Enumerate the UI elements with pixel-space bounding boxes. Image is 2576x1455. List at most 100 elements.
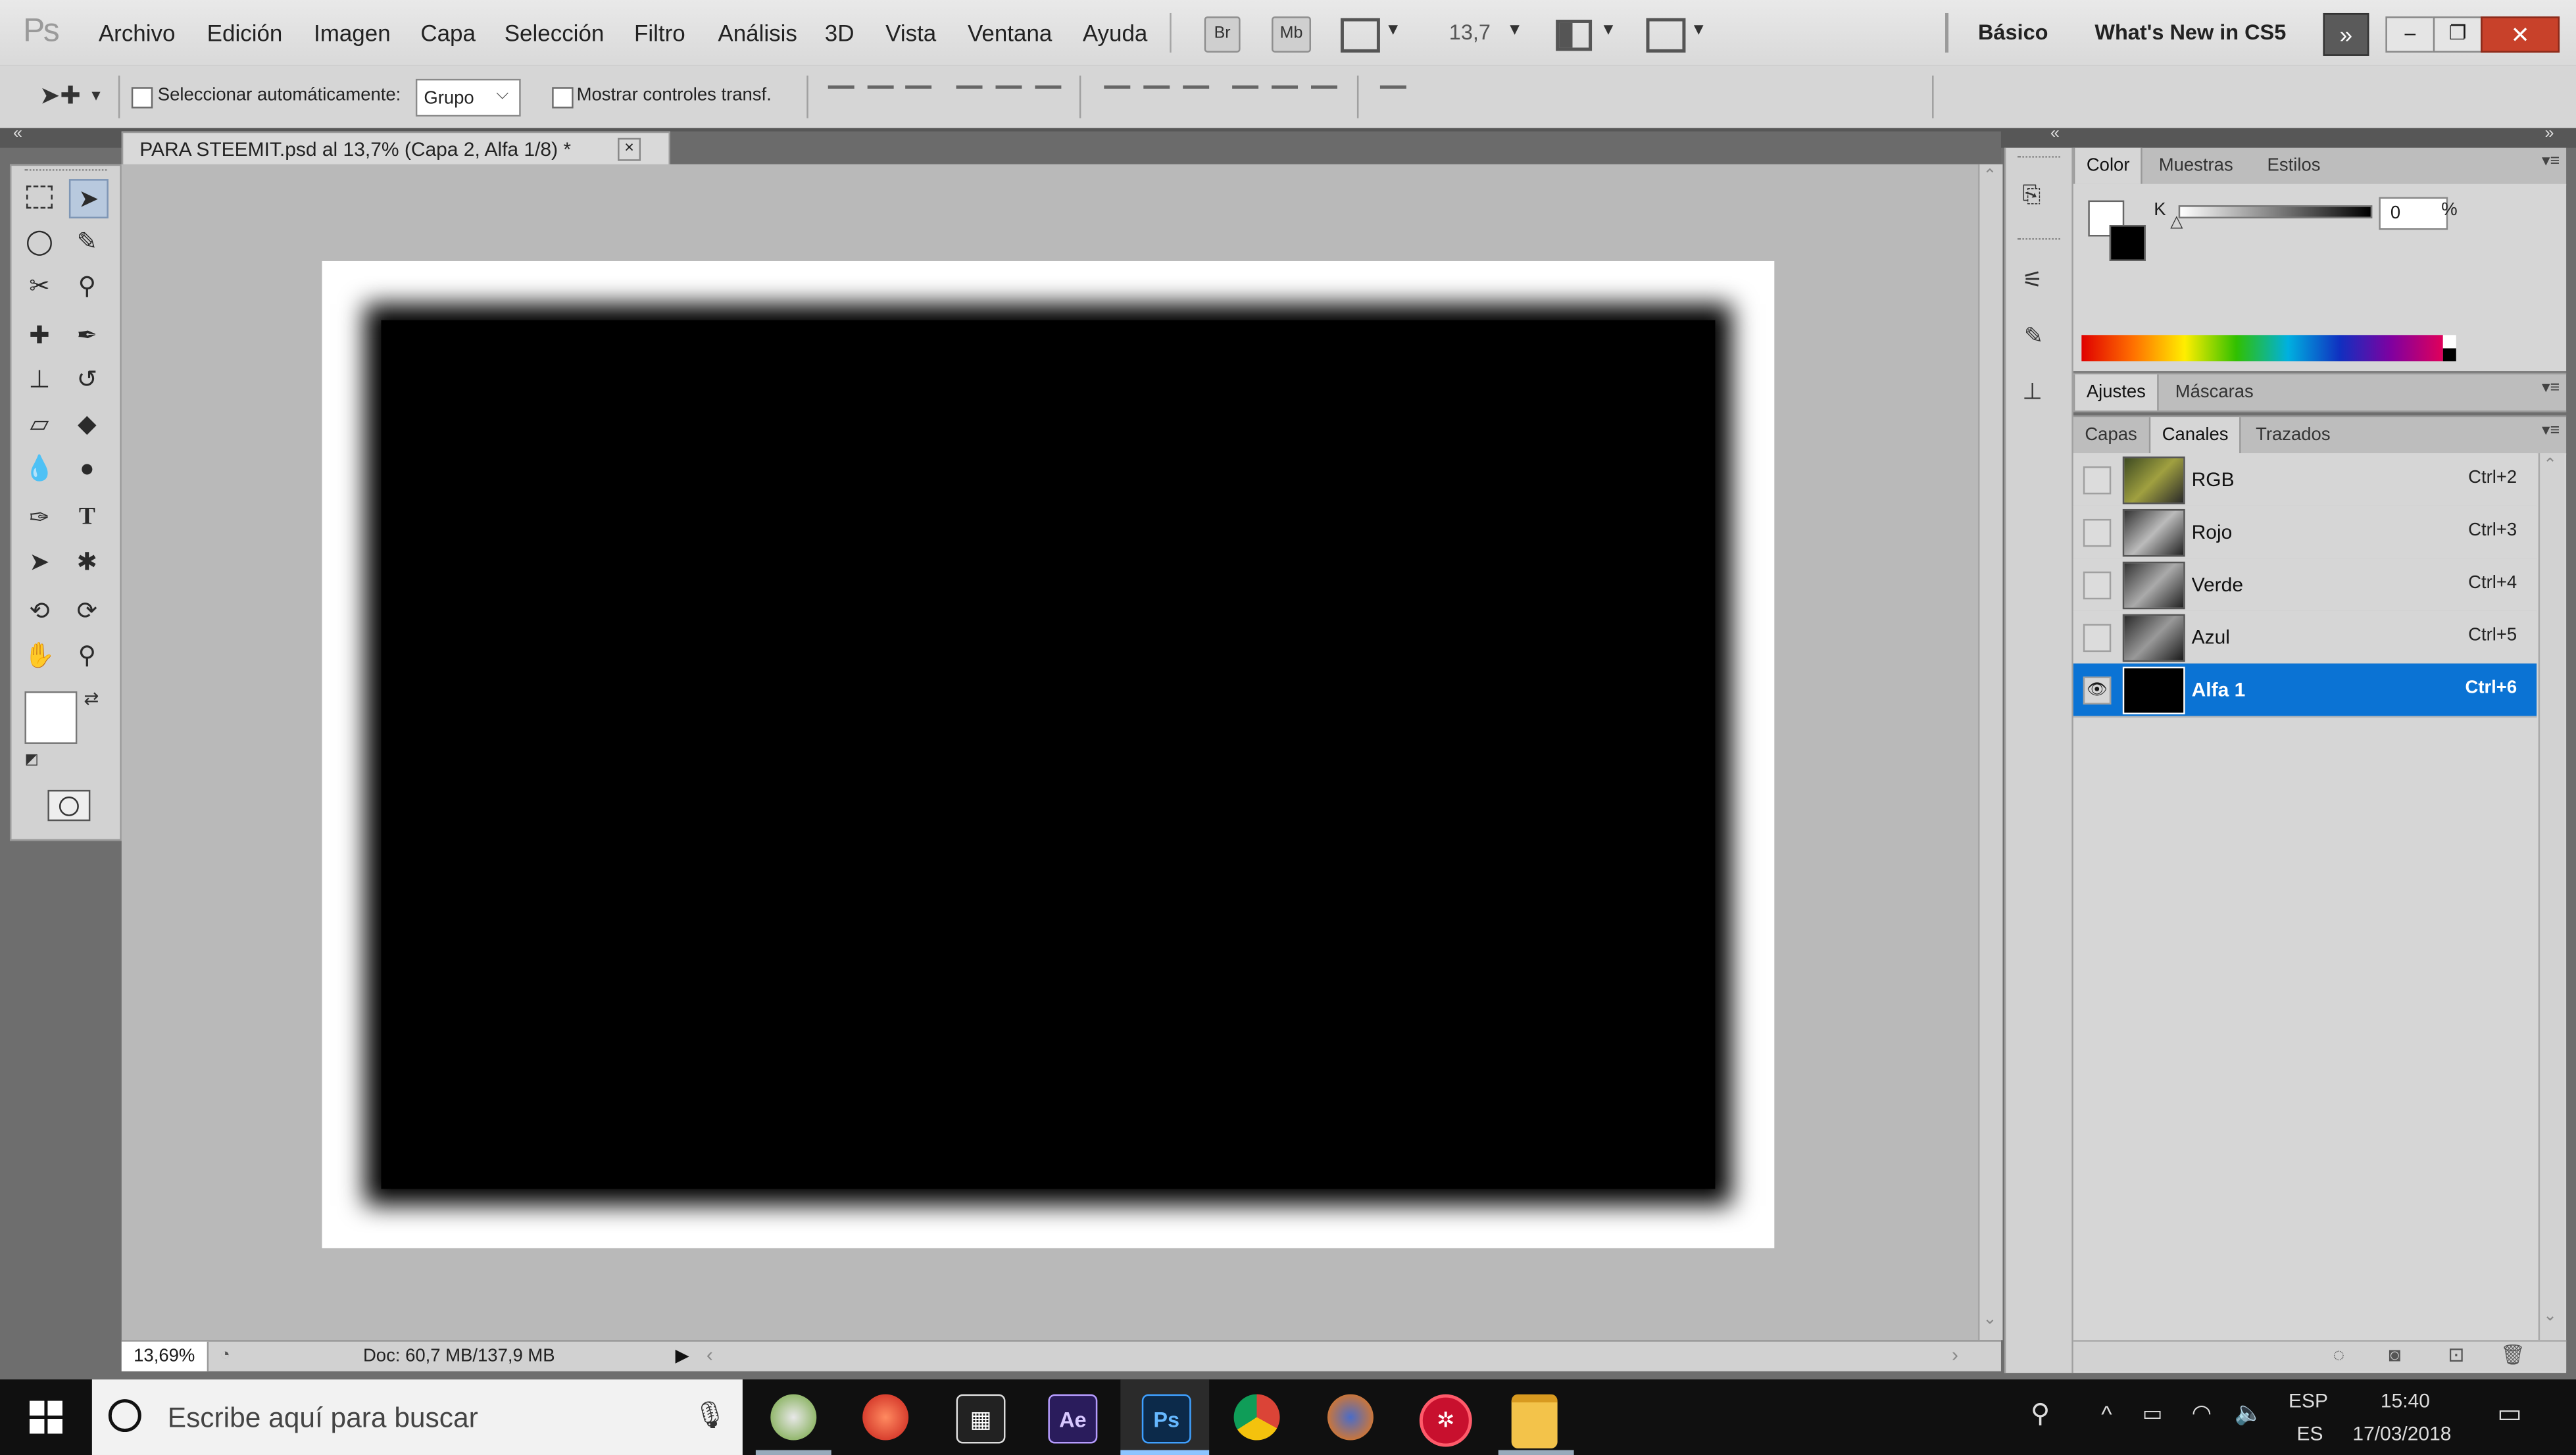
tab-capas[interactable]: Capas — [2073, 417, 2148, 453]
vertical-scrollbar[interactable]: ⌃ ⌄ — [1977, 164, 2003, 1341]
menu-edicion[interactable]: Edición — [207, 20, 283, 46]
move-tool-icon[interactable]: ➤✚ — [39, 80, 81, 110]
arrange-documents-icon[interactable] — [1556, 19, 1593, 51]
clock-time[interactable]: 15:40 — [2381, 1389, 2430, 1412]
file-explorer-icon[interactable] — [1511, 1394, 1558, 1449]
status-menu-arrow-icon[interactable]: ▶ — [675, 1345, 689, 1366]
after-effects-icon[interactable]: Ae — [1048, 1394, 1098, 1444]
zoom-tool-icon[interactable]: ⚲ — [69, 637, 105, 674]
bridge-button[interactable]: Br — [1204, 16, 1241, 53]
history-panel-icon[interactable]: ⎘ — [2022, 181, 2052, 214]
chevron-up-icon[interactable]: ^ — [2101, 1401, 2112, 1427]
quick-mask-icon[interactable] — [47, 789, 91, 822]
slider-handle-icon[interactable]: △ — [2170, 214, 2183, 232]
panel-menu-icon[interactable]: ▾≡ — [2542, 380, 2560, 397]
clock-date[interactable]: 17/03/2018 — [2352, 1422, 2451, 1445]
screen-mode-icon[interactable] — [1646, 18, 1686, 53]
clone-stamp-tool-icon[interactable]: ⊥ — [21, 361, 57, 397]
chrome-icon[interactable] — [1233, 1394, 1280, 1441]
3d-orbit-tool-icon[interactable]: ⟳ — [69, 593, 105, 629]
close-icon[interactable]: ✕ — [2481, 16, 2560, 53]
distribute-bottom-icon[interactable] — [1183, 85, 1210, 109]
language-top[interactable]: ESP — [2289, 1389, 2328, 1412]
chevron-down-icon[interactable]: ▼ — [1506, 21, 1523, 39]
visibility-toggle[interactable] — [2083, 518, 2112, 547]
panel-menu-icon[interactable]: ▾≡ — [2542, 153, 2560, 170]
align-top-icon[interactable] — [828, 85, 855, 109]
scroll-up-icon[interactable]: ⌃ — [2543, 456, 2557, 474]
marquee-tool-icon[interactable] — [21, 179, 57, 215]
collapse-left-icon[interactable]: « — [13, 125, 22, 143]
workspace-basico[interactable]: Básico — [1978, 20, 2048, 44]
microphone-icon[interactable]: 🎙 — [693, 1399, 727, 1432]
align-bottom-icon[interactable] — [905, 85, 932, 109]
type-tool-icon[interactable]: T — [69, 499, 105, 535]
brush-presets-icon[interactable]: ⚟ — [2022, 266, 2043, 293]
save-selection-icon[interactable]: ◙ — [2389, 1343, 2400, 1366]
chevron-down-icon[interactable]: ▼ — [1600, 21, 1617, 39]
clone-source-icon[interactable]: ⊥ — [2022, 378, 2042, 405]
battery-icon[interactable]: ▭ — [2143, 1401, 2163, 1427]
tab-color[interactable]: Color — [2073, 147, 2143, 184]
pen-tool-icon[interactable]: ✑ — [21, 499, 57, 535]
auto-align-layers-icon[interactable] — [1379, 85, 1406, 109]
align-left-icon[interactable] — [956, 85, 983, 109]
tab-estilos[interactable]: Estilos — [2256, 148, 2332, 184]
film-icon[interactable] — [1340, 18, 1380, 53]
align-hcenter-icon[interactable] — [995, 85, 1022, 109]
menu-ventana[interactable]: Ventana — [968, 20, 1052, 46]
default-colors-icon[interactable]: ◩ — [24, 751, 38, 768]
calculator-icon[interactable]: ▦ — [956, 1394, 1006, 1444]
firefox-icon[interactable] — [1327, 1394, 1374, 1441]
channel-row-alfa-1[interactable]: 👁 Alfa 1 Ctrl+6 — [2073, 663, 2537, 718]
healing-brush-tool-icon[interactable]: ✚ — [21, 317, 57, 353]
menu-3d[interactable]: 3D — [825, 20, 855, 46]
distribute-top-icon[interactable] — [1104, 85, 1131, 109]
path-selection-tool-icon[interactable]: ➤ — [21, 543, 57, 580]
menu-seleccion[interactable]: Selección — [505, 20, 605, 46]
swap-colors-icon[interactable]: ⇄ — [84, 688, 99, 710]
expand-panels-icon[interactable]: » — [2545, 125, 2554, 143]
channel-row-rgb[interactable]: RGB Ctrl+2 — [2073, 453, 2537, 508]
3d-rotate-tool-icon[interactable]: ⟲ — [21, 593, 57, 629]
document-tab[interactable]: PARA STEEMIT.psd al 13,7% (Capa 2, Alfa … — [121, 131, 670, 166]
auto-select-checkbox[interactable] — [131, 87, 153, 109]
menu-imagen[interactable]: Imagen — [314, 20, 391, 46]
language-bottom[interactable]: ES — [2297, 1422, 2323, 1445]
dodge-tool-icon[interactable]: ● — [69, 450, 105, 486]
paint-bucket-tool-icon[interactable]: ◆ — [69, 406, 105, 442]
more-workspaces-icon[interactable]: » — [2323, 12, 2369, 56]
quick-selection-tool-icon[interactable]: ✎ — [69, 224, 105, 260]
eraser-tool-icon[interactable]: ▱ — [21, 406, 57, 442]
channel-row-rojo[interactable]: Rojo Ctrl+3 — [2073, 505, 2537, 560]
color-spectrum-bar[interactable] — [2081, 335, 2443, 362]
scroll-right-icon[interactable]: › — [1952, 1343, 1958, 1366]
load-selection-icon[interactable]: ◌ — [2333, 1343, 2344, 1366]
menu-ayuda[interactable]: Ayuda — [1083, 20, 1148, 46]
foreground-color-swatch[interactable] — [24, 691, 78, 744]
tab-ajustes[interactable]: Ajustes — [2073, 374, 2159, 411]
scroll-down-icon[interactable]: ⌄ — [2543, 1307, 2557, 1325]
zoom-field[interactable]: 13,69% — [121, 1341, 209, 1371]
scroll-left-icon[interactable]: ‹ — [706, 1343, 713, 1366]
tab-trazados[interactable]: Trazados — [2244, 417, 2342, 453]
chevron-down-icon[interactable]: ▼ — [1385, 21, 1401, 39]
bw-ramp[interactable] — [2442, 335, 2456, 362]
k-slider[interactable] — [2178, 205, 2373, 219]
close-document-icon[interactable]: × — [618, 137, 641, 161]
blur-tool-icon[interactable]: 💧 — [21, 450, 57, 486]
menu-capa[interactable]: Capa — [420, 20, 476, 46]
scroll-down-icon[interactable]: ⌄ — [1983, 1310, 1996, 1328]
channel-row-azul[interactable]: Azul Ctrl+5 — [2073, 610, 2537, 666]
scroll-up-icon[interactable]: ⌃ — [1983, 168, 1996, 185]
app-gimp-icon[interactable] — [770, 1394, 817, 1441]
distribute-left-icon[interactable] — [1232, 85, 1259, 109]
app-red-icon[interactable] — [862, 1394, 909, 1441]
channels-scrollbar[interactable]: ⌃ ⌄ — [2538, 453, 2565, 1341]
brush-panel-icon[interactable]: ✎ — [2024, 322, 2043, 349]
lasso-tool-icon[interactable]: ◯ — [21, 224, 57, 260]
new-channel-icon[interactable]: ⊡ — [2448, 1343, 2464, 1366]
eye-icon[interactable]: 👁 — [2083, 676, 2112, 705]
eyedropper-tool-icon[interactable]: ⚲ — [69, 268, 105, 304]
hand-tool-icon[interactable]: ✋ — [21, 637, 57, 674]
